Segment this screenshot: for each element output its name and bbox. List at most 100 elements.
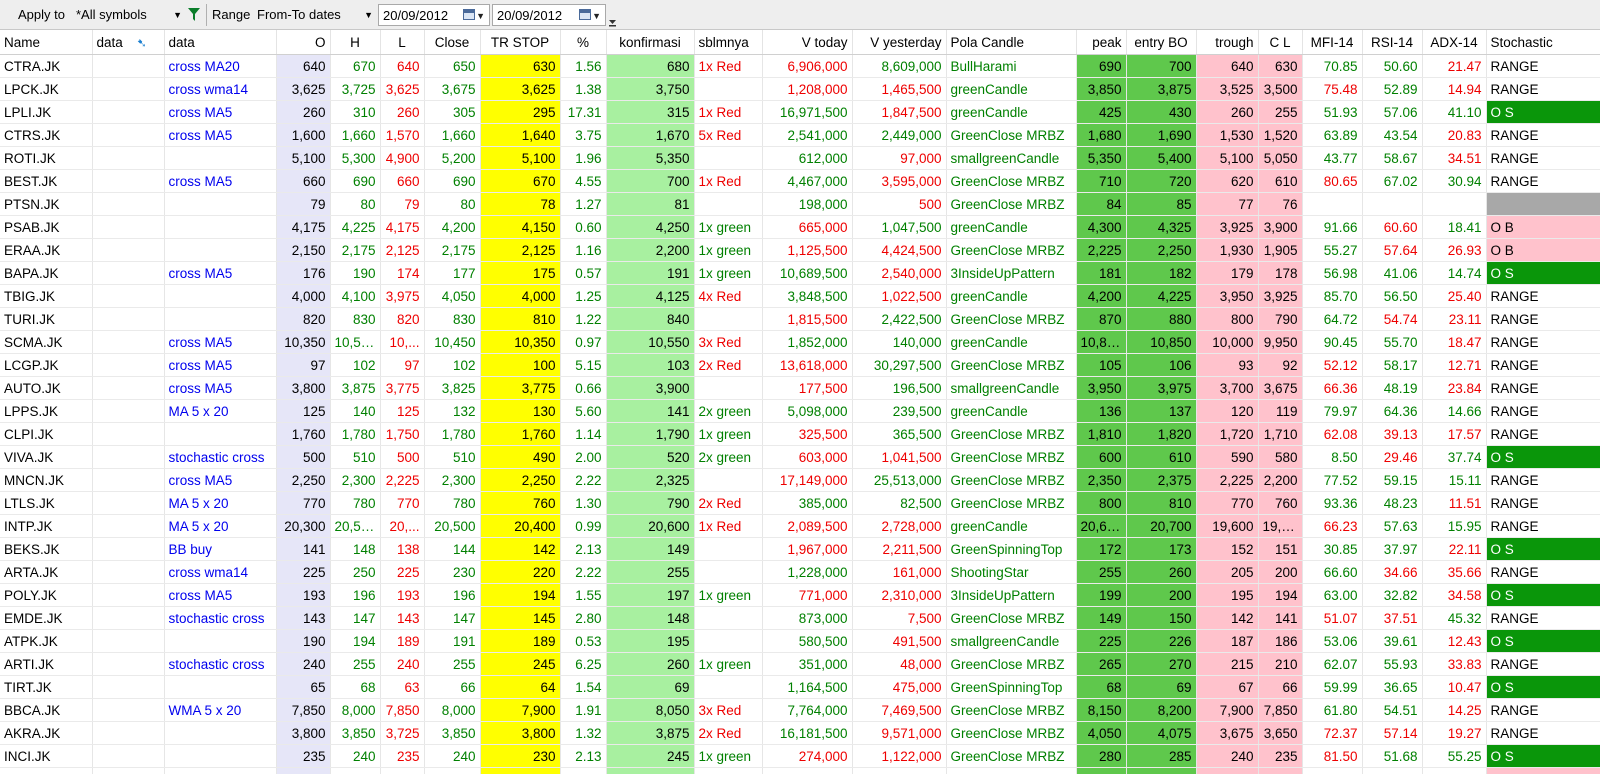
cell-high[interactable]: 8,000 [330,698,381,722]
cell-pct[interactable]: 0.53 [560,629,607,653]
cell-low[interactable]: 3,775 [380,376,425,400]
cell-v-yesterday[interactable]: 8,609,000 [852,54,947,78]
cell-high[interactable]: 140 [330,399,381,423]
cell-mfi[interactable]: 8.50 [1302,445,1363,469]
cell-v-yesterday[interactable]: 196,500 [852,376,947,400]
cell-adx[interactable]: 55.25 [1422,744,1487,768]
cell-v-yesterday[interactable]: 2,211,500 [852,537,947,561]
cell-peak[interactable]: 14,250 [1076,767,1127,774]
cell-high[interactable]: 240 [330,744,381,768]
cell-sblmnya[interactable] [694,537,763,561]
cell-cl[interactable]: 210 [1258,652,1303,676]
table-row[interactable]: TURI.JK 820 830 820 830 810 1.22 840 1,815,500 2,… [0,307,1600,331]
cell-konfirmasi[interactable]: 191 [606,261,695,285]
cell-entry-bo[interactable]: 173 [1126,537,1197,561]
cell-rsi[interactable]: 57.14 [1362,721,1423,745]
cell-v-yesterday[interactable]: 7,500 [852,606,947,630]
cell-cl[interactable]: 9,950 [1258,330,1303,354]
cell-name[interactable]: CTRA.JK [0,54,93,78]
table-row[interactable]: CTRS.JK cross MA5 1,600 1,660 1,570 1,660 1,64… [0,123,1600,147]
cell-data-1[interactable] [92,560,165,584]
cell-rsi[interactable]: 51.68 [1362,744,1423,768]
cell-v-yesterday[interactable]: 1,122,000 [852,744,947,768]
cell-entry-bo[interactable]: 4,075 [1126,721,1197,745]
cell-pola-candle[interactable]: greenCandle [946,215,1077,239]
cell-konfirmasi[interactable]: 14,150 [606,767,695,774]
cell-mfi[interactable]: 66.60 [1302,560,1363,584]
cell-sblmnya[interactable]: 2x green [694,445,763,469]
cell-konfirmasi[interactable]: 195 [606,629,695,653]
cell-tr-stop[interactable]: 4,000 [480,284,561,308]
cell-rsi[interactable]: 37.51 [1362,606,1423,630]
cell-sblmnya[interactable] [694,192,763,216]
cell-v-yesterday[interactable]: 7,469,500 [852,698,947,722]
cell-v-yesterday[interactable]: 500 [852,192,947,216]
cell-mfi[interactable]: 72.37 [1302,721,1363,745]
cell-v-yesterday[interactable]: 2,540,000 [852,261,947,285]
cell-stochastic[interactable]: RANGE [1486,422,1600,446]
cell-data-2[interactable] [164,238,277,262]
cell-mfi[interactable] [1302,192,1363,216]
cell-pct[interactable]: 0.99 [560,514,607,538]
cell-pola-candle[interactable]: smallgreenCandle [946,629,1077,653]
cell-data-1[interactable] [92,146,165,170]
cell-open[interactable]: 193 [276,583,331,607]
cell-open[interactable]: 4,175 [276,215,331,239]
cell-data-2[interactable] [164,721,277,745]
cell-close[interactable]: 177 [424,261,481,285]
cell-cl[interactable]: 151 [1258,537,1303,561]
cell-pct[interactable]: 0.66 [560,376,607,400]
cell-sblmnya[interactable]: 1x green [694,744,763,768]
cell-pola-candle[interactable]: 3InsideUpPattern [946,261,1077,285]
cell-close[interactable]: 144 [424,537,481,561]
cell-tr-stop[interactable]: 194 [480,583,561,607]
cell-konfirmasi[interactable]: 315 [606,100,695,124]
cell-low[interactable]: 189 [380,629,425,653]
cell-trough[interactable]: 12,650 [1196,767,1259,774]
cell-konfirmasi[interactable]: 5,350 [606,146,695,170]
cell-high[interactable]: 250 [330,560,381,584]
cell-adx[interactable]: 33.83 [1422,652,1487,676]
table-row[interactable]: VIVA.JK stochastic cross 500 510 500 510 490 2.… [0,445,1600,469]
cell-trough[interactable]: 3,700 [1196,376,1259,400]
cell-entry-bo[interactable]: 880 [1126,307,1197,331]
cell-stochastic[interactable]: O S [1486,583,1600,607]
cell-name[interactable]: LPCK.JK [0,77,93,101]
cell-v-today[interactable]: 1,164,500 [762,675,853,699]
cell-data-2[interactable]: cross MA5 [164,261,277,285]
cell-v-today[interactable]: 325,500 [762,422,853,446]
cell-entry-bo[interactable]: 200 [1126,583,1197,607]
table-row[interactable]: ATPK.JK 190 194 189 191 189 0.53 195 580,500 491,… [0,629,1600,653]
cell-tr-stop[interactable]: 78 [480,192,561,216]
table-row[interactable]: ERAA.JK 2,150 2,175 2,125 2,175 2,125 1.16 2,20… [0,238,1600,262]
cell-pola-candle[interactable]: GreenClose MRBZ [946,192,1077,216]
cell-low[interactable]: 3,725 [380,721,425,745]
cell-konfirmasi[interactable]: 840 [606,307,695,331]
cell-close[interactable]: 3,825 [424,376,481,400]
cell-close[interactable]: 1,660 [424,123,481,147]
cell-peak[interactable]: 265 [1076,652,1127,676]
calendar-icon[interactable] [579,9,591,20]
cell-close[interactable]: 20,500 [424,514,481,538]
cell-high[interactable]: 310 [330,100,381,124]
cell-cl[interactable]: 1,710 [1258,422,1303,446]
cell-v-today[interactable]: 177,500 [762,376,853,400]
cell-stochastic[interactable]: RANGE [1486,330,1600,354]
cell-data-1[interactable] [92,215,165,239]
cell-mfi[interactable]: 91.66 [1302,215,1363,239]
cell-peak[interactable]: 3,950 [1076,376,1127,400]
cell-v-today[interactable]: 7,764,000 [762,698,853,722]
cell-low[interactable]: 4,900 [380,146,425,170]
cell-data-2[interactable]: stochastic cross [164,606,277,630]
cell-mfi[interactable]: 59.99 [1302,675,1363,699]
cell-v-today[interactable]: 351,000 [762,652,853,676]
cell-sblmnya[interactable]: 2x green [694,399,763,423]
cell-trough[interactable]: 620 [1196,169,1259,193]
cell-close[interactable]: 4,200 [424,215,481,239]
cell-data-1[interactable] [92,100,165,124]
cell-entry-bo[interactable]: 69 [1126,675,1197,699]
cell-cl[interactable]: 3,650 [1258,721,1303,745]
cell-close[interactable]: 3,850 [424,721,481,745]
cell-entry-bo[interactable]: 8,200 [1126,698,1197,722]
cell-konfirmasi[interactable]: 2,200 [606,238,695,262]
